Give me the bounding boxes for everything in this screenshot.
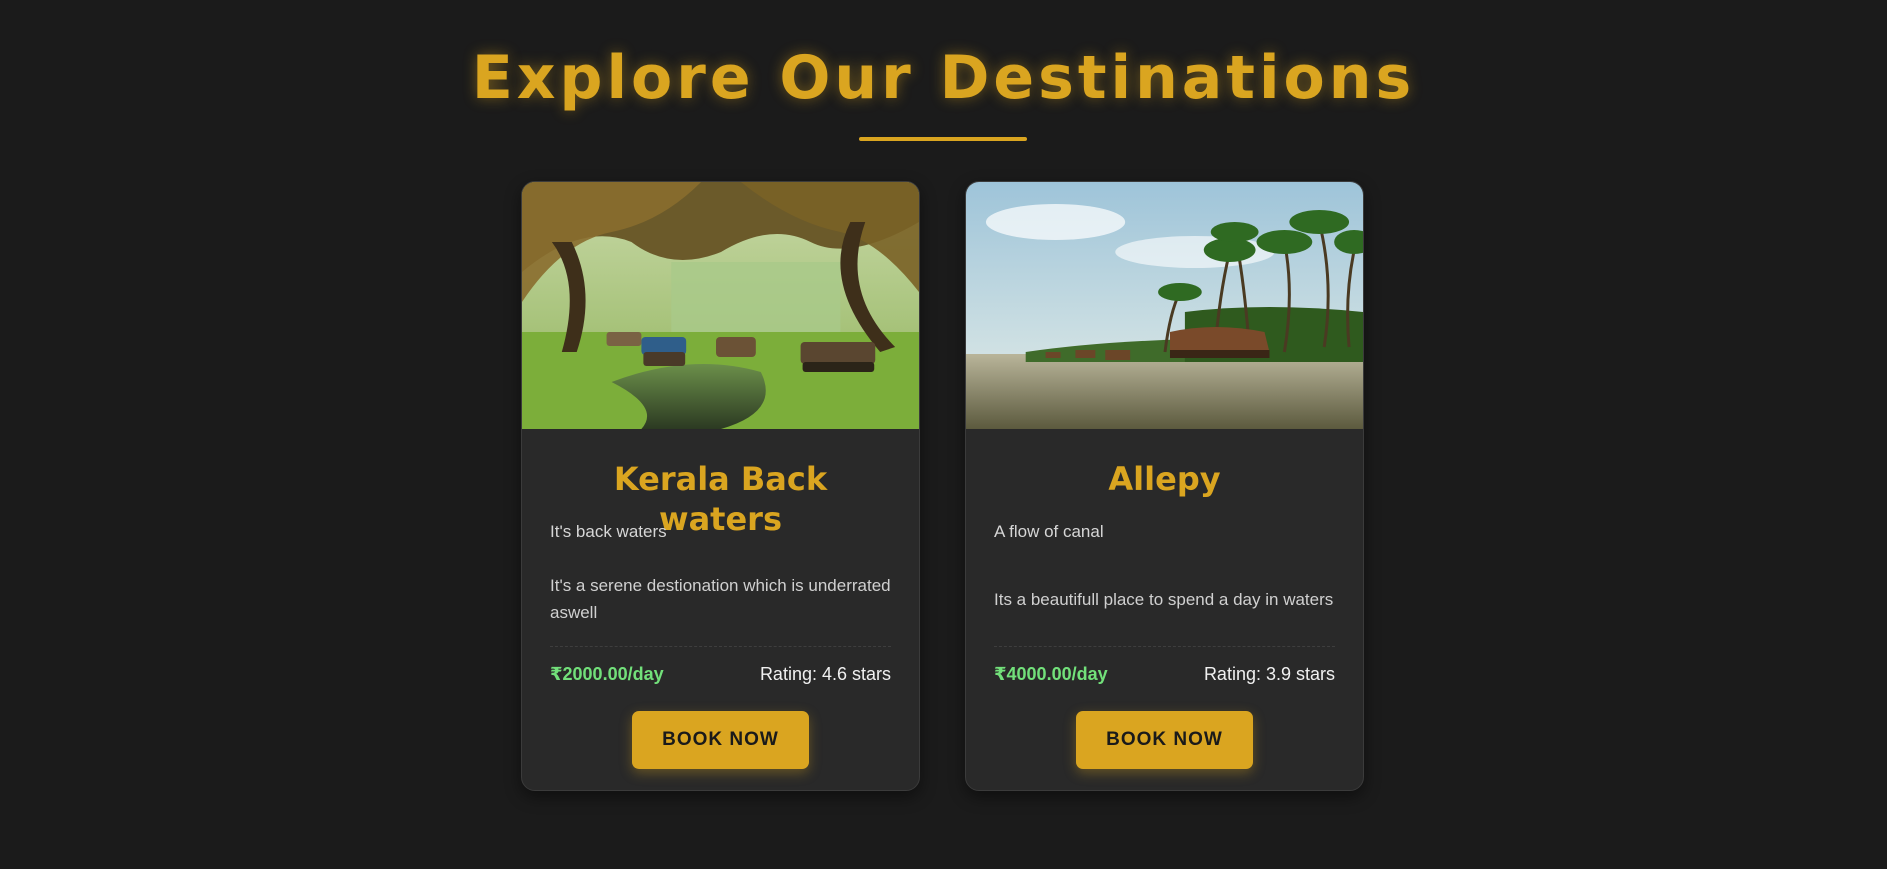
destination-subtitle: A flow of canal (994, 522, 1104, 541)
card-divider (550, 646, 891, 647)
backwaters-photo (522, 182, 919, 429)
destination-description: Its a beautifull place to spend a day in… (994, 589, 1334, 609)
card-divider (994, 646, 1335, 647)
destination-card-allepy: Allepy A flow of canal Its a beautifull … (965, 181, 1364, 791)
destination-price: ₹2000.00/day (550, 663, 664, 684)
destination-rating: Rating: 3.9 stars (1203, 663, 1335, 684)
destination-description: It's a serene destionation which is unde… (550, 576, 891, 622)
card-meta: ₹2000.00/day Rating: 4.6 stars (550, 660, 891, 688)
destination-title: Allepy (1108, 460, 1221, 498)
destination-price: ₹4000.00/day (994, 663, 1108, 684)
page-title: Explore Our Destinations (471, 43, 1416, 113)
destination-card-kerala-back-waters: Kerala Back waters It's back waters It's… (521, 181, 920, 791)
card-body: Allepy A flow of canal Its a beautifull … (966, 429, 1363, 790)
book-now-button[interactable]: BOOK NOW (1076, 711, 1253, 769)
destination-rating: Rating: 4.6 stars (759, 663, 891, 684)
houseboat-canal-photo (966, 182, 1363, 429)
destination-title: Kerala Back waters (613, 460, 828, 538)
book-now-button[interactable]: BOOK NOW (632, 711, 809, 769)
card-meta: ₹4000.00/day Rating: 3.9 stars (994, 660, 1335, 688)
card-body: Kerala Back waters It's back waters It's… (522, 429, 919, 790)
title-underline (859, 137, 1027, 141)
destination-cards: Kerala Back waters It's back waters It's… (521, 181, 1364, 791)
